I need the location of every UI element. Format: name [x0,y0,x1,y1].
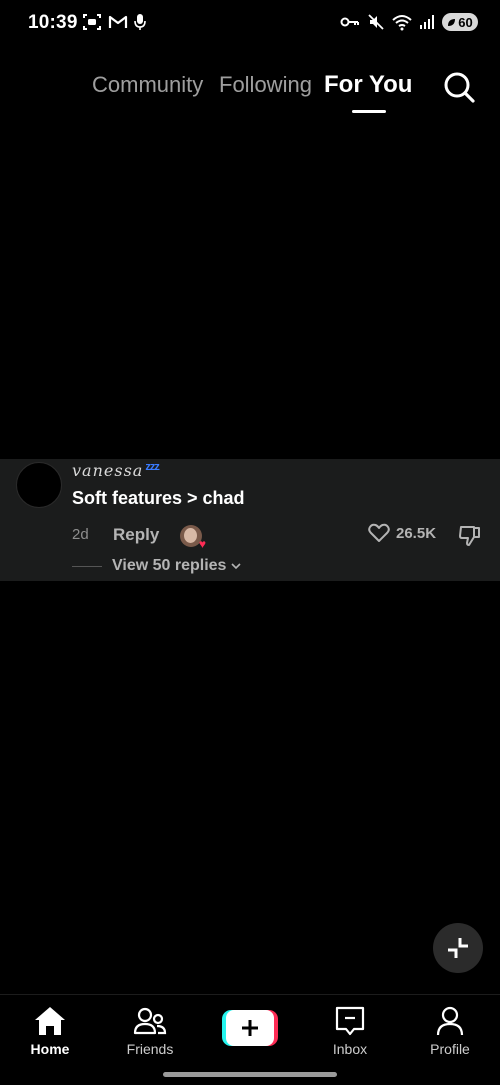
comment-card: vanessa zzz Soft features > chad 2d Reply… [0,459,500,581]
view-replies-label: View 50 replies [112,557,227,574]
active-tab-indicator [352,110,386,113]
battery-indicator: 60 [442,13,478,31]
view-replies-button[interactable]: View 50 replies [72,557,243,575]
profile-icon [436,1006,464,1036]
heart-icon: ♥ [198,537,206,551]
inbox-icon [335,1006,365,1036]
like-count: 26.5K [396,524,437,542]
comment-text: Soft features > chad [72,488,245,508]
like-button[interactable]: 26.5K [368,523,436,543]
gmail-icon [108,15,128,28]
create-button[interactable] [222,1010,278,1046]
wifi-icon [392,15,412,31]
commenter-username-text: vanessa [72,461,144,480]
friends-icon [133,1007,167,1035]
creator-avatar-face [184,528,197,543]
home-indicator[interactable] [163,1072,337,1077]
plus-icon [226,1010,274,1046]
tab-following[interactable]: Following [219,72,312,98]
nav-inbox[interactable]: Inbox [310,1005,390,1057]
nav-friends[interactable]: Friends [110,1005,190,1057]
status-bar: 10:39 60 [0,0,500,46]
search-icon [444,72,475,103]
nav-profile-label: Profile [430,1041,470,1057]
exit-fullscreen-button[interactable] [433,923,483,973]
nav-home[interactable]: Home [10,1005,90,1057]
dislike-button[interactable] [457,523,483,549]
status-system-icons: 60 [340,13,478,31]
sleep-emoji: zzz [145,461,159,473]
collapse-icon [448,938,468,958]
status-time: 10:39 [28,12,78,33]
home-icon [35,1007,65,1035]
mute-icon [368,14,384,30]
battery-level: 60 [458,14,473,30]
nav-profile[interactable]: Profile [410,1005,490,1057]
tab-for-you[interactable]: For You [324,71,412,99]
nav-home-label: Home [30,1041,70,1057]
creator-liked-badge: ♥ [180,525,206,550]
commenter-avatar[interactable] [16,462,62,508]
nav-friends-label: Friends [126,1041,174,1057]
microphone-icon [134,14,146,30]
status-notification-icons [82,13,146,31]
signal-icon [420,15,434,29]
feed-top-nav: Community Following For You [0,64,500,116]
key-icon [340,17,359,27]
search-button[interactable] [442,70,476,104]
comment-time: 2d [72,526,89,543]
chevron-down-icon [231,563,242,570]
replies-divider-line [72,565,102,567]
battery-saver-icon [448,18,456,26]
commenter-username[interactable]: vanessa zzz [72,461,160,480]
reply-button[interactable]: Reply [113,525,159,545]
tab-community[interactable]: Community [92,72,203,98]
nav-inbox-label: Inbox [332,1041,368,1057]
heart-outline-icon [368,523,390,542]
screen-capture-icon [83,14,101,30]
thumbs-down-icon [459,526,480,546]
